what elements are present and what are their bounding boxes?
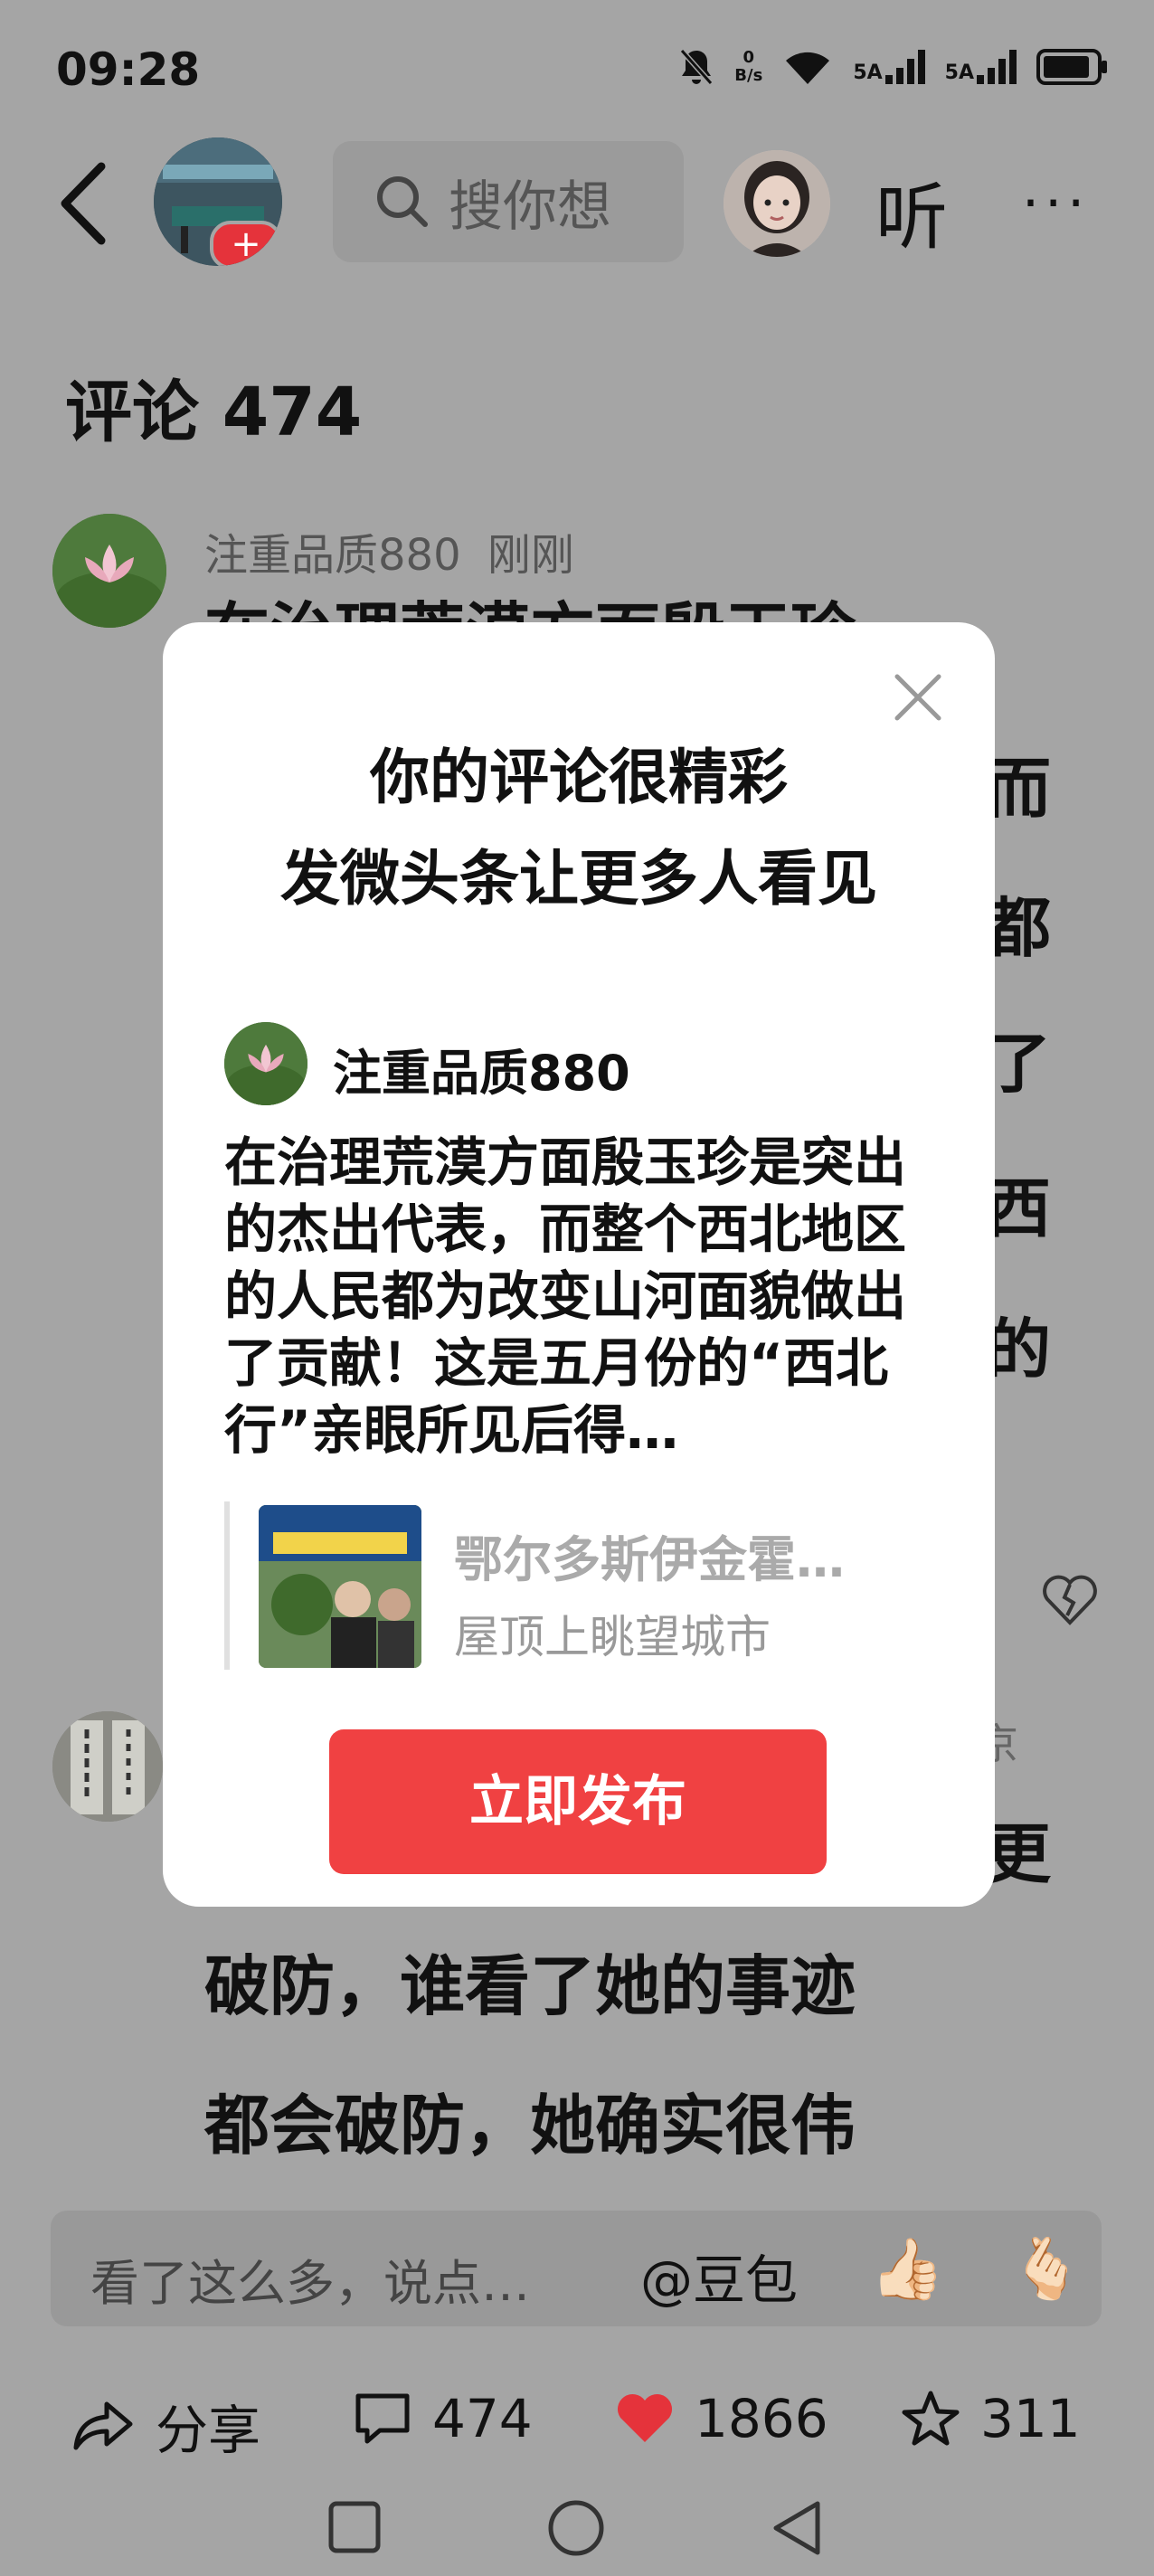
net-speed: 0 B/s bbox=[734, 48, 763, 85]
publish-modal: 你的评论很精彩 发微头条让更多人看见 注重品质880 在治理荒漠方面殷玉珍是突出… bbox=[163, 622, 995, 1907]
comment-time: 刚刚 bbox=[487, 530, 574, 581]
author-avatar[interactable]: + bbox=[154, 137, 282, 266]
assistant-avatar[interactable] bbox=[724, 150, 830, 257]
dislike-button[interactable] bbox=[1042, 1574, 1098, 1630]
wifi-icon bbox=[786, 52, 830, 84]
more-button[interactable]: ··· bbox=[1022, 172, 1090, 235]
share-label: 分享 bbox=[156, 2400, 261, 2461]
battery-icon bbox=[1036, 49, 1107, 85]
calligraphy-avatar-image bbox=[52, 1711, 163, 1822]
status-icons: 0 B/s 5A 5A bbox=[678, 47, 1109, 87]
article-thumbnail bbox=[259, 1505, 421, 1668]
comment-text-line: 都会破防，她确实很伟 bbox=[204, 2088, 856, 2164]
comment-text-line: 破防，谁看了她的事迹 bbox=[204, 1948, 856, 2024]
modal-user-avatar bbox=[224, 1022, 307, 1105]
comment-meta: 注重品质880 刚刚 bbox=[204, 519, 574, 582]
back-button[interactable] bbox=[54, 154, 118, 253]
finger-heart-emoji-button[interactable]: 🫰🏻 bbox=[1009, 2234, 1083, 2305]
listen-button[interactable]: 听 bbox=[875, 159, 948, 264]
comment-text-line: 都 bbox=[986, 890, 1052, 966]
comment-user[interactable]: 注重品质880 bbox=[204, 530, 461, 581]
likes-count: 1866 bbox=[695, 2388, 828, 2449]
mention-doubao-button[interactable]: @豆包 bbox=[640, 2238, 798, 2314]
thumbs-up-emoji-button[interactable]: 👍🏻 bbox=[870, 2234, 944, 2305]
quoted-article-author: 屋顶上眺望城市 bbox=[454, 1611, 771, 1663]
modal-subtitle: 发微头条让更多人看见 bbox=[280, 844, 877, 914]
clock: 09:28 bbox=[56, 43, 201, 96]
favorites-count: 311 bbox=[980, 2388, 1081, 2449]
signal-1: 5A bbox=[853, 50, 925, 84]
chevron-left-icon bbox=[61, 162, 106, 245]
comments-count: 474 bbox=[432, 2388, 533, 2449]
comment-text-line: 而 bbox=[986, 751, 1052, 827]
comment-text-line: 更 bbox=[986, 1816, 1052, 1892]
star-icon bbox=[902, 2391, 960, 2446]
comment-text-line: 了 bbox=[986, 1026, 1052, 1102]
search-box[interactable]: 搜你想 bbox=[333, 141, 684, 262]
search-placeholder: 搜你想 bbox=[449, 175, 611, 239]
comment-text-line: 的 bbox=[986, 1312, 1052, 1387]
status-bar: 09:28 0 B/s 5A 5A bbox=[0, 0, 1154, 136]
modal-title: 你的评论很精彩 bbox=[370, 743, 788, 812]
article-thumbnail-image bbox=[259, 1505, 421, 1668]
quoted-article-title: 鄂尔多斯伊金霍… bbox=[454, 1531, 845, 1588]
quoted-article: 鄂尔多斯伊金霍… 屋顶上眺望城市 bbox=[224, 1501, 944, 1670]
search-icon bbox=[377, 176, 428, 227]
like-button[interactable]: 1866 bbox=[615, 2388, 828, 2449]
lotus-avatar-image bbox=[224, 1022, 307, 1105]
favorite-button[interactable]: 311 bbox=[901, 2388, 1081, 2449]
comment-text-line: 西 bbox=[986, 1170, 1052, 1246]
comment-avatar[interactable] bbox=[52, 1711, 163, 1822]
share-button[interactable]: 分享 bbox=[72, 2388, 260, 2464]
comment-icon bbox=[355, 2393, 410, 2444]
girl-avatar-icon bbox=[724, 150, 830, 257]
comments-title: 评论 474 bbox=[65, 374, 363, 451]
signal-2: 5A bbox=[945, 50, 1017, 84]
system-nav-bar bbox=[0, 2478, 1154, 2576]
mute-icon bbox=[680, 49, 714, 85]
publish-button[interactable]: 立即发布 bbox=[329, 1729, 827, 1874]
lotus-avatar-image bbox=[52, 514, 166, 628]
home-icon[interactable] bbox=[546, 2498, 606, 2558]
close-icon[interactable] bbox=[890, 669, 946, 725]
follow-button[interactable]: + bbox=[210, 221, 282, 266]
comments-button[interactable]: 474 bbox=[353, 2388, 533, 2449]
broken-heart-icon bbox=[1043, 1575, 1097, 1625]
comment-input-placeholder: 看了这么多，说点… bbox=[90, 2255, 530, 2312]
recent-apps-icon[interactable] bbox=[327, 2500, 382, 2554]
comment-avatar[interactable] bbox=[52, 514, 166, 628]
modal-user-name: 注重品质880 bbox=[333, 1045, 630, 1102]
comment-input-bar[interactable]: 看了这么多，说点… @豆包 👍🏻 🫰🏻 bbox=[51, 2211, 1102, 2326]
share-icon bbox=[73, 2401, 133, 2450]
back-nav-icon[interactable] bbox=[769, 2498, 823, 2558]
heart-icon bbox=[617, 2393, 673, 2442]
action-bar: 分享 474 1866 311 bbox=[0, 2370, 1154, 2469]
modal-comment-text: 在治理荒漠方面殷玉珍是突出的杰出代表，而整个西北地区的人民都为改变山河面貌做出了… bbox=[224, 1132, 907, 1461]
